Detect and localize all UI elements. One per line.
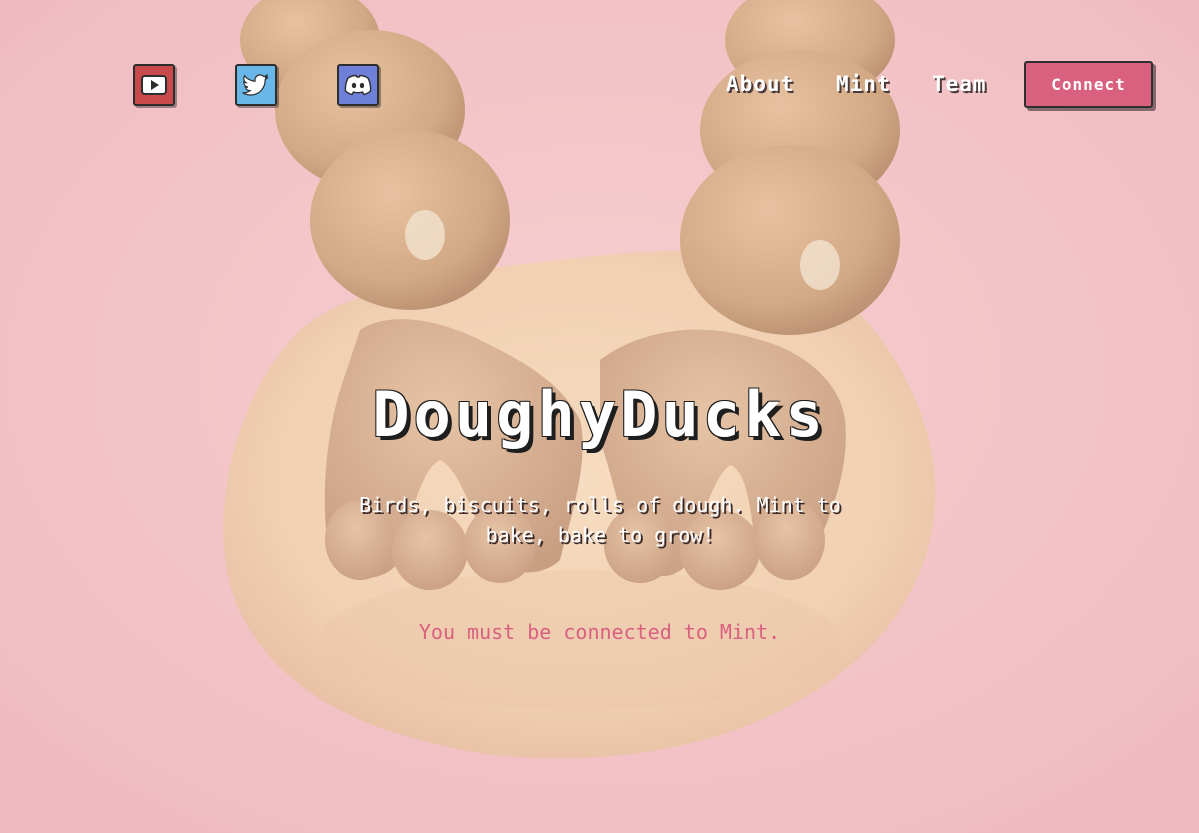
twitter-icon [242, 74, 269, 96]
nav-about-link[interactable]: About [726, 72, 794, 96]
nav-team-link[interactable]: Team [932, 72, 987, 96]
youtube-icon [141, 75, 167, 95]
discord-icon [344, 74, 372, 96]
page-title: DoughyDucks [372, 378, 827, 451]
twitter-link[interactable] [235, 64, 277, 106]
youtube-link[interactable] [133, 64, 175, 106]
nav-mint-link[interactable]: Mint [836, 72, 891, 96]
connection-status-message: You must be connected to Mint. [418, 620, 781, 644]
tagline: Birds, biscuits, rolls of dough. Mint to… [359, 493, 841, 547]
connect-button[interactable]: Connect [1024, 61, 1153, 108]
discord-link[interactable] [337, 64, 379, 106]
